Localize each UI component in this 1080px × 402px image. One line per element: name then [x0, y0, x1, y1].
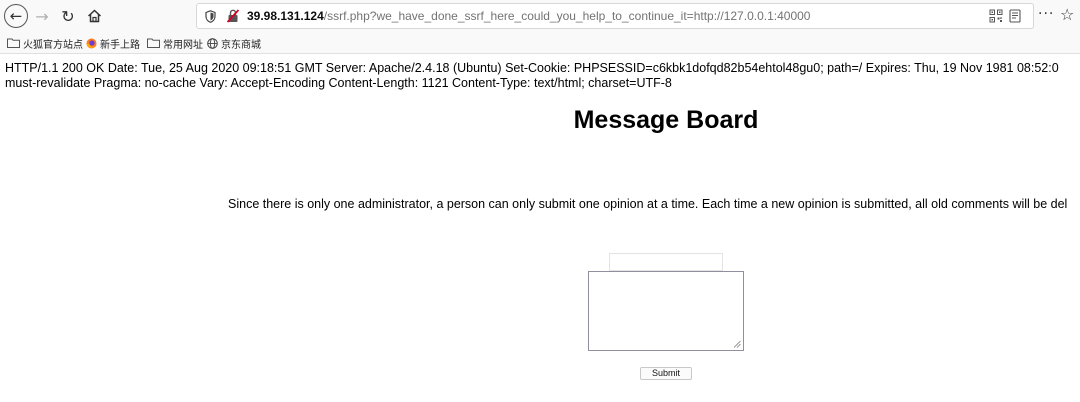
back-arrow-icon: ←: [9, 6, 23, 25]
reload-icon: ↻: [61, 6, 75, 26]
page-title: Message Board: [573, 106, 759, 134]
bookmark-label: 常用网址: [163, 39, 203, 51]
qr-code-icon[interactable]: [989, 9, 1003, 23]
home-icon: [87, 9, 101, 23]
forward-button[interactable]: →: [30, 4, 54, 28]
firefox-icon: [86, 38, 97, 48]
submit-button[interactable]: Submit: [640, 367, 692, 380]
bookmark-item[interactable]: 火狐官方站点: [7, 36, 83, 51]
name-input[interactable]: [609, 253, 723, 271]
url-host: 39.98.131.124: [247, 9, 324, 23]
raw-http-response-header: HTTP/1.1 200 OK Date: Tue, 25 Aug 2020 0…: [5, 61, 1080, 91]
page-actions-button[interactable]: ···: [1038, 6, 1054, 22]
bookmark-label: 火狐官方站点: [23, 39, 83, 51]
message-textarea[interactable]: [588, 271, 744, 351]
url-path: /ssrf.php?we_have_done_ssrf_here_could_y…: [323, 9, 811, 23]
browser-toolbar: ← → ↻ 39.98.131.124/ssrf.php?we_have_don…: [0, 0, 1080, 32]
home-button[interactable]: [82, 4, 106, 28]
bookmark-item[interactable]: 京东商城: [207, 36, 261, 51]
http-header-line: HTTP/1.1 200 OK Date: Tue, 25 Aug 2020 0…: [5, 61, 1059, 75]
reload-button[interactable]: ↻: [56, 4, 80, 28]
bookmark-item[interactable]: 新手上路: [86, 36, 140, 51]
url-text[interactable]: 39.98.131.124/ssrf.php?we_have_done_ssrf…: [247, 9, 810, 23]
reader-view-icon[interactable]: [1009, 9, 1021, 23]
bookmark-label: 新手上路: [100, 39, 140, 51]
bookmark-item[interactable]: 常用网址: [147, 36, 203, 51]
bookmarks-toolbar: 火狐官方站点 新手上路 常用网址 京东商城: [0, 32, 1080, 54]
folder-icon: [7, 38, 20, 48]
resize-grip-icon[interactable]: [733, 340, 741, 348]
http-header-line: must-revalidate Pragma: no-cache Vary: A…: [5, 76, 672, 90]
more-dots-icon: ···: [1038, 6, 1055, 22]
admin-notice-text: Since there is only one administrator, a…: [228, 197, 1068, 211]
forward-arrow-icon: →: [35, 6, 49, 26]
globe-icon: [207, 37, 218, 49]
bookmark-label: 京东商城: [221, 39, 261, 51]
folder-icon: [147, 38, 160, 48]
star-icon: ☆: [1060, 5, 1075, 24]
bookmark-star-button[interactable]: ☆: [1060, 5, 1074, 24]
insecure-lock-icon[interactable]: [227, 9, 239, 23]
url-bar[interactable]: 39.98.131.124/ssrf.php?we_have_done_ssrf…: [196, 3, 1034, 29]
tracking-shield-icon[interactable]: [205, 10, 216, 23]
back-button[interactable]: ←: [4, 4, 28, 28]
